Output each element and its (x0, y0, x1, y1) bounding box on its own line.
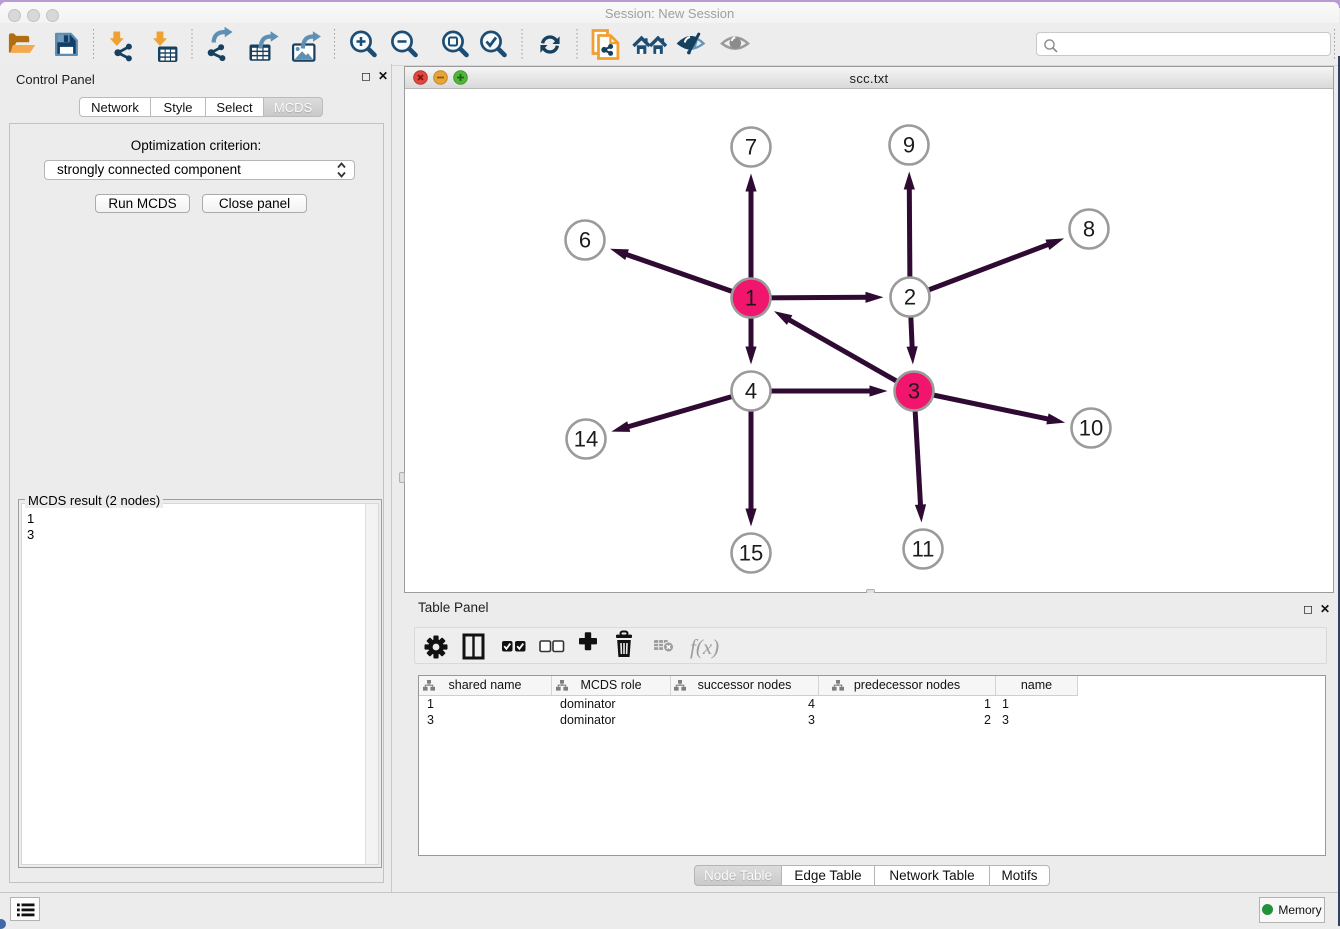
svg-text:f(x): f(x) (690, 635, 719, 659)
svg-text:10: 10 (1079, 416, 1103, 441)
svg-text:6: 6 (579, 228, 591, 253)
svg-text:9: 9 (903, 133, 915, 158)
svg-text:4: 4 (745, 379, 757, 404)
svg-text:8: 8 (1083, 217, 1095, 242)
svg-text:15: 15 (739, 541, 763, 566)
svg-text:11: 11 (912, 537, 935, 562)
svg-text:2: 2 (904, 285, 916, 310)
svg-text:7: 7 (745, 135, 757, 160)
svg-text:14: 14 (574, 427, 598, 452)
svg-text:3: 3 (908, 379, 920, 404)
svg-text:1: 1 (745, 286, 757, 311)
